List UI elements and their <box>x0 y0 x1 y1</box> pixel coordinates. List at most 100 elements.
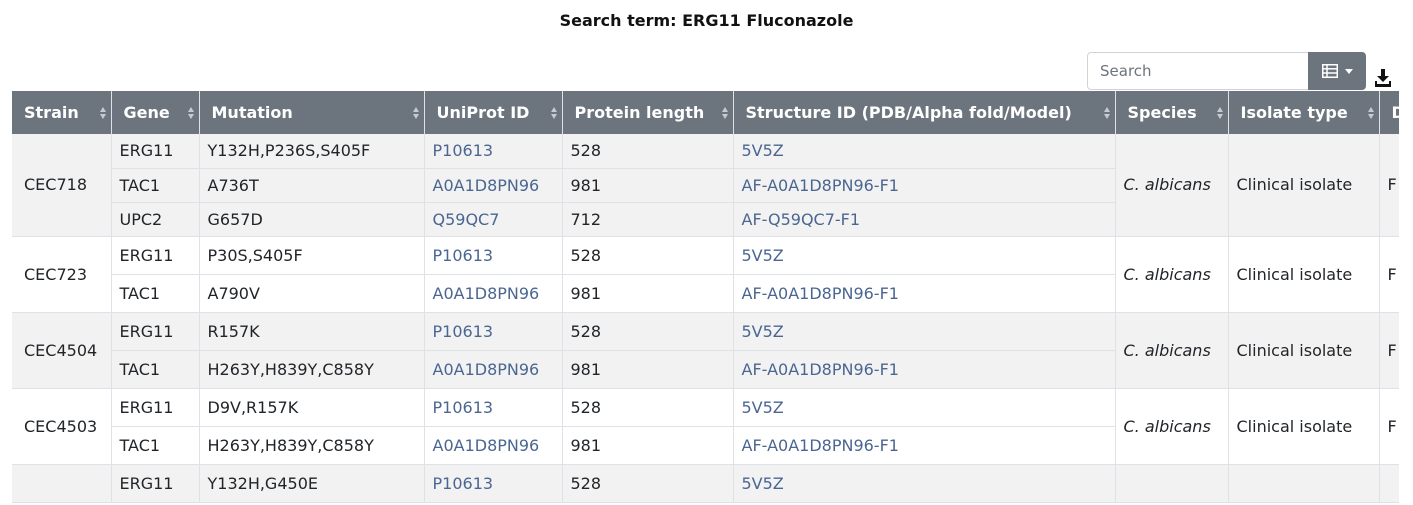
strain-cell-text: CEC723 <box>24 264 87 284</box>
protein-length-cell: 712 <box>562 202 734 237</box>
column-header-gene[interactable]: Gene <box>111 91 200 134</box>
column-header-isolate-type[interactable]: Isolate type <box>1228 91 1380 134</box>
column-header-strain[interactable]: Strain <box>12 91 112 134</box>
species-cell: C. albicans <box>1115 236 1229 313</box>
protein-length-cell: 981 <box>562 350 734 389</box>
structure-cell-link[interactable]: 5V5Z <box>742 398 784 417</box>
table-header-row: Strain Gene Mutation UniProt ID Protein leng… <box>12 91 1399 134</box>
sort-icon[interactable] <box>99 106 106 119</box>
gene-cell-text: ERG11 <box>119 321 174 341</box>
column-header-uniprot-id[interactable]: UniProt ID <box>424 91 563 134</box>
truncated-column-cell <box>1379 464 1399 503</box>
protein-length-cell-text: 981 <box>570 359 602 379</box>
protein-length-cell: 528 <box>562 134 734 169</box>
uniprot-cell: P10613 <box>424 464 563 503</box>
sort-icon[interactable] <box>550 106 557 119</box>
caret-down-icon <box>1344 68 1353 74</box>
mutation-cell: H263Y,H839Y,C858Y <box>199 426 425 465</box>
protein-length-cell-text: 981 <box>570 283 602 303</box>
gene-cell: TAC1 <box>111 426 200 465</box>
structure-cell-link[interactable]: AF-A0A1D8PN96-F1 <box>742 176 899 195</box>
mutation-cell-text: Y132H,G450E <box>207 473 318 493</box>
structure-cell-link[interactable]: 5V5Z <box>742 322 784 341</box>
strain-cell <box>12 464 112 503</box>
species-cell-text: C. albicans <box>1123 340 1211 360</box>
protein-length-cell: 981 <box>562 274 734 313</box>
search-input[interactable] <box>1087 52 1309 90</box>
gene-cell: UPC2 <box>111 202 200 237</box>
download-icon[interactable] <box>1374 68 1392 88</box>
protein-length-cell: 528 <box>562 388 734 427</box>
structure-cell: 5V5Z <box>733 464 1116 503</box>
truncated-column-cell-text: F <box>1387 416 1397 436</box>
sort-icon[interactable] <box>721 106 728 119</box>
column-header-mutation[interactable]: Mutation <box>199 91 425 134</box>
structure-cell-link[interactable]: AF-A0A1D8PN96-F1 <box>742 284 899 303</box>
structure-cell-link[interactable]: 5V5Z <box>742 246 784 265</box>
sort-icon[interactable] <box>412 106 419 119</box>
protein-length-cell: 528 <box>562 312 734 351</box>
uniprot-cell-link[interactable]: P10613 <box>433 246 494 265</box>
uniprot-cell: Q59QC7 <box>424 202 563 237</box>
column-header-protein-length[interactable]: Protein length <box>562 91 734 134</box>
structure-cell-link[interactable]: AF-A0A1D8PN96-F1 <box>742 360 899 379</box>
uniprot-cell: A0A1D8PN96 <box>424 168 563 203</box>
table-row: CEC4503 ERG11 D9V,R157K P10613 528 5V5Z C. alb… <box>12 388 1399 465</box>
columns-toggle-button[interactable] <box>1308 52 1366 90</box>
column-header-label: Species <box>1127 103 1197 122</box>
mutation-cell: Y132H,G450E <box>199 464 425 503</box>
column-header-structure-id-pdb-alpha-fold-model[interactable]: Structure ID (PDB/Alpha fold/Model) <box>733 91 1116 134</box>
truncated-column-cell: F <box>1379 388 1399 465</box>
results-table-container: Strain Gene Mutation UniProt ID Protein leng… <box>12 91 1399 505</box>
protein-length-cell-text: 528 <box>570 473 602 493</box>
truncated-column-cell: F <box>1379 312 1399 389</box>
sort-icon[interactable] <box>187 106 194 119</box>
gene-cell: ERG11 <box>111 464 200 503</box>
uniprot-cell: A0A1D8PN96 <box>424 426 563 465</box>
structure-cell: AF-A0A1D8PN96-F1 <box>733 426 1116 465</box>
strain-cell-text: CEC4503 <box>24 416 98 436</box>
mutation-cell-text: H263Y,H839Y,C858Y <box>207 435 374 455</box>
uniprot-cell-link[interactable]: A0A1D8PN96 <box>433 360 540 379</box>
uniprot-cell: P10613 <box>424 312 563 351</box>
column-header-d[interactable]: D <box>1379 91 1399 134</box>
mutation-cell: Y132H,P236S,S405F <box>199 134 425 169</box>
strain-cell: CEC718 <box>12 134 112 237</box>
uniprot-cell-link[interactable]: Q59QC7 <box>433 210 500 229</box>
uniprot-cell-link[interactable]: A0A1D8PN96 <box>433 176 540 195</box>
column-header-label: Structure ID (PDB/Alpha fold/Model) <box>745 103 1072 122</box>
mutation-cell: R157K <box>199 312 425 351</box>
structure-cell-link[interactable]: 5V5Z <box>742 141 784 160</box>
uniprot-cell-link[interactable]: P10613 <box>433 322 494 341</box>
sort-icon[interactable] <box>1216 106 1223 119</box>
structure-cell: 5V5Z <box>733 236 1116 275</box>
uniprot-cell-link[interactable]: P10613 <box>433 398 494 417</box>
protein-length-cell: 981 <box>562 168 734 203</box>
uniprot-cell-link[interactable]: P10613 <box>433 474 494 493</box>
mutation-cell-text: G657D <box>207 209 263 229</box>
protein-length-cell-text: 981 <box>570 175 602 195</box>
truncated-column-cell-text: F <box>1387 175 1397 195</box>
table-body: CEC718 ERG11 Y132H,P236S,S405F P10613 528 5V5… <box>12 134 1399 503</box>
structure-cell: AF-Q59QC7-F1 <box>733 202 1116 237</box>
mutation-cell: D9V,R157K <box>199 388 425 427</box>
gene-cell: TAC1 <box>111 274 200 313</box>
sort-icon[interactable] <box>1367 106 1374 119</box>
structure-cell-link[interactable]: AF-Q59QC7-F1 <box>742 210 861 229</box>
structure-cell-link[interactable]: 5V5Z <box>742 474 784 493</box>
protein-length-cell-text: 528 <box>570 141 602 161</box>
gene-cell-text: TAC1 <box>119 175 161 195</box>
mutation-cell: G657D <box>199 202 425 237</box>
gene-cell-text: TAC1 <box>119 435 161 455</box>
truncated-column-cell-text: F <box>1387 264 1397 284</box>
uniprot-cell-link[interactable]: A0A1D8PN96 <box>433 284 540 303</box>
column-header-species[interactable]: Species <box>1115 91 1229 134</box>
truncated-column-cell: F <box>1379 236 1399 313</box>
uniprot-cell-link[interactable]: P10613 <box>433 141 494 160</box>
mutation-cell-text: P30S,S405F <box>207 245 303 265</box>
sort-icon[interactable] <box>1103 106 1110 119</box>
gene-cell-text: ERG11 <box>119 473 174 493</box>
uniprot-cell-link[interactable]: A0A1D8PN96 <box>433 436 540 455</box>
protein-length-cell-text: 528 <box>570 397 602 417</box>
structure-cell-link[interactable]: AF-A0A1D8PN96-F1 <box>742 436 899 455</box>
